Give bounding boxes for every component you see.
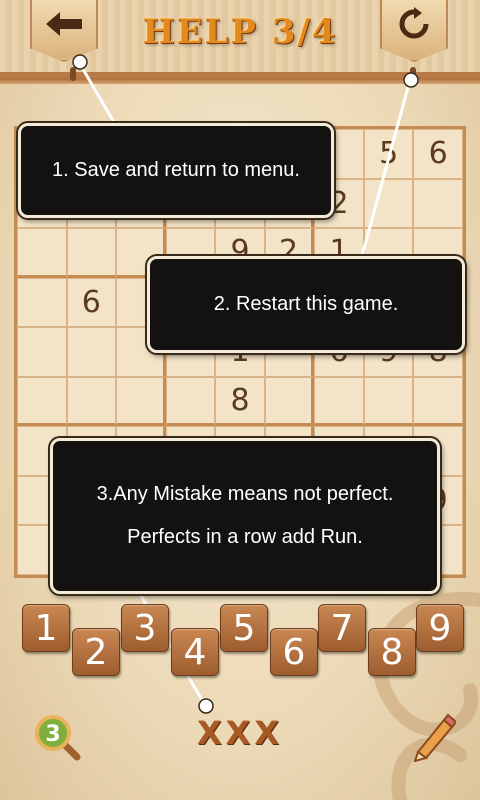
board-cell[interactable] xyxy=(314,376,364,427)
board-cell[interactable] xyxy=(66,376,117,427)
board-cell[interactable] xyxy=(363,178,414,229)
callout-restart: 2. Restart this game. xyxy=(147,256,465,353)
hint-count: 3 xyxy=(45,722,60,747)
board-cell[interactable] xyxy=(66,327,117,377)
board-cell[interactable]: 5 xyxy=(363,129,414,179)
number-tile-4[interactable]: 4 xyxy=(171,628,219,676)
number-tile-9[interactable]: 9 xyxy=(416,604,464,652)
callout-save-return: 1. Save and return to menu. xyxy=(18,123,334,218)
callout-mistakes-text-2: Perfects in a row add Run. xyxy=(127,526,363,548)
hint-button[interactable]: 3 xyxy=(32,712,82,762)
number-tile-3[interactable]: 3 xyxy=(121,604,169,652)
board-cell[interactable] xyxy=(116,376,166,427)
pencil-icon xyxy=(413,713,458,763)
pencil-button[interactable] xyxy=(410,712,458,763)
board-cell[interactable] xyxy=(363,376,414,427)
page-title: HELP 3/4 xyxy=(142,12,338,52)
rope-decoration xyxy=(410,67,416,81)
number-tile-6[interactable]: 6 xyxy=(270,628,318,676)
board-cell[interactable] xyxy=(165,376,216,427)
board-cell[interactable] xyxy=(264,376,315,427)
board-cell[interactable] xyxy=(413,376,463,427)
magnifier-icon: 3 xyxy=(35,715,81,761)
callout-mistakes: 3.Any Mistake means not perfect. Perfect… xyxy=(50,438,440,594)
board-cell[interactable] xyxy=(413,178,463,229)
board-cell[interactable] xyxy=(17,277,67,328)
board-cell[interactable]: 8 xyxy=(215,376,265,427)
number-tile-7[interactable]: 7 xyxy=(318,604,366,652)
number-tile-1[interactable]: 1 xyxy=(22,604,70,652)
arrow-left-icon xyxy=(46,12,82,36)
board-cell[interactable] xyxy=(17,376,67,427)
mistake-counter: XXX xyxy=(196,714,283,752)
callout-mistakes-text-1: 3.Any Mistake means not perfect. xyxy=(96,483,394,505)
board-cell[interactable] xyxy=(17,228,67,278)
board-cell[interactable]: 6 xyxy=(413,129,463,179)
board-cell[interactable] xyxy=(17,327,67,377)
restart-icon xyxy=(399,7,429,39)
callout-restart-text: 2. Restart this game. xyxy=(213,293,399,315)
board-cell[interactable] xyxy=(66,228,117,278)
number-tile-2[interactable]: 2 xyxy=(72,628,120,676)
number-tile-8[interactable]: 8 xyxy=(368,628,416,676)
board-cell[interactable]: 6 xyxy=(66,277,117,328)
rope-decoration xyxy=(70,67,76,81)
callout-save-text: 1. Save and return to menu. xyxy=(52,159,300,181)
number-tile-5[interactable]: 5 xyxy=(220,604,268,652)
number-pad: 123456789 xyxy=(0,600,480,690)
